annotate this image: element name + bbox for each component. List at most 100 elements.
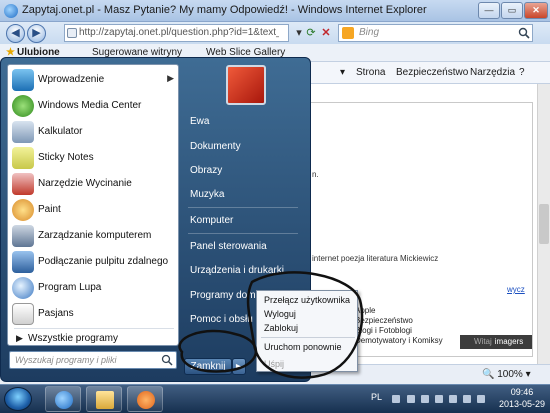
title-bar: Zapytaj.onet.pl - Masz Pytanie? My mamy …	[0, 0, 550, 22]
remote-desktop-icon	[12, 251, 34, 273]
taskbar-explorer-button[interactable]	[86, 386, 122, 412]
tray-app-icon[interactable]	[421, 395, 429, 403]
internet-explorer-icon	[55, 391, 73, 409]
media-player-icon	[137, 391, 155, 409]
all-programs-button[interactable]: ▶ Wszystkie programy	[8, 331, 180, 347]
start-search-placeholder: Wyszukaj programy i pliki	[15, 355, 117, 365]
tray-power-icon[interactable]	[463, 395, 471, 403]
magnifier-icon	[12, 277, 34, 299]
language-indicator[interactable]: PL	[371, 392, 382, 402]
tray-misc-icon[interactable]	[477, 395, 485, 403]
scroll-thumb[interactable]	[539, 204, 549, 244]
programs-divider	[14, 328, 174, 329]
page-text-1: n.	[312, 170, 319, 179]
right-divider	[188, 233, 298, 234]
back-button[interactable]: ◀	[6, 24, 25, 43]
right-item-help[interactable]: Pomoc i obsłu	[190, 314, 253, 325]
right-item-music[interactable]: Muzyka	[190, 189, 224, 200]
clock-date[interactable]: 2013-05-29	[496, 399, 548, 409]
window-title: Zapytaj.onet.pl - Masz Pytanie? My mamy …	[22, 4, 427, 16]
category-blogs[interactable]: Blogi i Fotoblogi	[355, 326, 412, 335]
category-demotywatory[interactable]: Demotywatory i Komiksy	[355, 336, 443, 345]
cmd-safety[interactable]: Bezpieczeństwo	[396, 67, 468, 78]
vertical-scrollbar[interactable]	[537, 84, 550, 364]
program-remote-desktop[interactable]: Podłączanie pulpitu zdalnego	[8, 249, 180, 275]
right-item-control-panel[interactable]: Panel sterowania	[190, 241, 267, 252]
tray-arrow-icon[interactable]	[392, 395, 400, 403]
tray-volume-icon[interactable]	[449, 395, 457, 403]
imagers-badge[interactable]: Witaj imagers	[460, 335, 532, 349]
zoom-level[interactable]: 🔍 100% ▾	[482, 369, 531, 380]
solitaire-icon	[12, 303, 34, 325]
menu-item-switch-user[interactable]: Przełącz użytkownika	[264, 295, 350, 305]
taskbar-ie-button[interactable]	[45, 386, 81, 412]
program-snipping-tool[interactable]: Narzędzie Wycinanie	[8, 171, 180, 197]
tags-text: internet poezja literatura Mickiewicz	[312, 254, 439, 263]
program-getting-started[interactable]: Wprowadzenie ▶	[8, 67, 180, 93]
clock-time[interactable]: 09:46	[500, 387, 544, 397]
ie-logo-icon	[4, 4, 18, 18]
imagers-label: imagers	[494, 337, 524, 346]
submenu-arrow-icon: ▶	[167, 73, 174, 83]
media-center-icon	[12, 95, 34, 117]
imagers-greeting: Witaj	[474, 337, 492, 346]
cmd-page[interactable]: Strona	[356, 67, 385, 78]
program-paint[interactable]: Paint	[8, 197, 180, 223]
search-box[interactable]: Bing	[338, 24, 533, 42]
folder-icon	[96, 391, 114, 409]
tray-network-icon[interactable]	[435, 395, 443, 403]
program-magnifier[interactable]: Program Lupa	[8, 275, 180, 301]
right-divider	[188, 207, 298, 208]
user-picture[interactable]	[226, 65, 266, 105]
shutdown-options-menu: Przełącz użytkownika Wyloguj Zablokuj Ur…	[256, 290, 358, 372]
right-item-pictures[interactable]: Obrazy	[190, 165, 222, 176]
getting-started-icon	[12, 69, 34, 91]
program-media-center[interactable]: Windows Media Center	[8, 93, 180, 119]
all-programs-arrow-icon: ▶	[16, 333, 23, 343]
bing-icon	[342, 27, 354, 39]
program-solitaire[interactable]: Pasjans	[8, 301, 180, 327]
cmd-tools[interactable]: Narzędzia	[470, 67, 515, 78]
clear-link[interactable]: wycz	[507, 285, 525, 294]
right-item-devices[interactable]: Urządzenia i drukarki	[190, 265, 284, 276]
tray-flag-icon[interactable]	[407, 395, 415, 403]
minimize-button[interactable]: —	[478, 2, 500, 19]
menu-item-log-off[interactable]: Wyloguj	[264, 309, 296, 319]
navigation-bar: ◀ ▶ http://zapytaj.onet.pl/question.php?…	[0, 22, 550, 44]
menu-divider	[261, 337, 355, 338]
menu-item-sleep[interactable]: Uśpij	[264, 359, 284, 369]
programs-pane: Wprowadzenie ▶ Windows Media Center Kalk…	[7, 64, 179, 346]
shutdown-options-button[interactable]: ▶	[232, 358, 246, 375]
start-search-input[interactable]: Wyszukaj programy i pliki	[9, 351, 177, 369]
search-icon[interactable]	[518, 27, 530, 39]
program-computer-management[interactable]: Zarządzanie komputerem	[8, 223, 180, 249]
sticky-notes-icon	[12, 147, 34, 169]
address-text: http://zapytaj.onet.pl/question.php?id=1…	[79, 27, 279, 38]
program-sticky-notes[interactable]: Sticky Notes	[8, 145, 180, 171]
close-button[interactable]: ✕	[524, 2, 548, 19]
category-apple[interactable]: Apple	[355, 306, 375, 315]
right-item-default-programs[interactable]: Programy dom	[190, 290, 256, 301]
shutdown-button[interactable]: Zamknij	[184, 358, 232, 375]
address-bar[interactable]: http://zapytaj.onet.pl/question.php?id=1…	[64, 24, 289, 42]
forward-button[interactable]: ▶	[27, 24, 46, 43]
maximize-button[interactable]: ▭	[501, 2, 523, 19]
right-item-user[interactable]: Ewa	[190, 116, 209, 127]
computer-management-icon	[12, 225, 34, 247]
taskbar-media-player-button[interactable]	[127, 386, 163, 412]
refresh-icon[interactable]: ⟳	[304, 26, 318, 40]
start-button[interactable]	[4, 387, 32, 411]
stop-icon[interactable]: ✕	[319, 26, 333, 40]
paint-icon	[12, 199, 34, 221]
program-calculator[interactable]: Kalkulator	[8, 119, 180, 145]
category-security[interactable]: Bezpieczeństwo	[355, 316, 413, 325]
right-item-computer[interactable]: Komputer	[190, 215, 233, 226]
cmd-print-icon[interactable]: ▾	[340, 67, 345, 78]
page-icon	[67, 28, 77, 38]
search-icon	[161, 354, 173, 366]
menu-item-restart[interactable]: Uruchom ponownie	[264, 342, 342, 352]
search-placeholder: Bing	[359, 27, 380, 38]
cmd-help[interactable]: ?	[519, 67, 525, 78]
right-item-documents[interactable]: Dokumenty	[190, 141, 241, 152]
menu-item-lock[interactable]: Zablokuj	[264, 323, 298, 333]
